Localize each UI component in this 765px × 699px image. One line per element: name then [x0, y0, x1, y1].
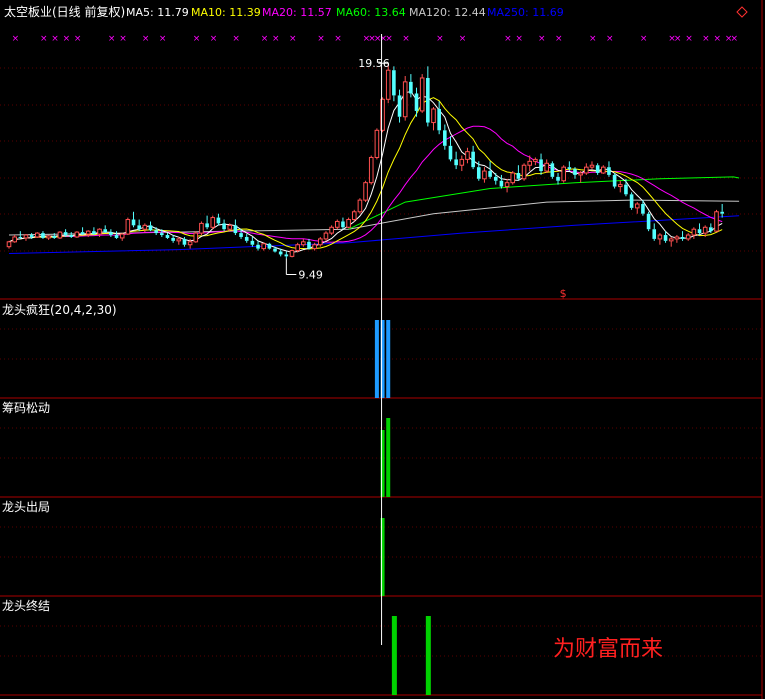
top-marker: × [193, 34, 201, 44]
candle [35, 232, 40, 238]
dollar-marker: $ [560, 287, 567, 300]
candle [521, 163, 527, 181]
top-marker: × [515, 34, 523, 44]
top-marker: × [272, 34, 280, 44]
candle [323, 231, 329, 241]
ma-label-1: MA10: 11.39 [191, 6, 261, 19]
candle [561, 165, 566, 183]
top-marker: × [606, 34, 614, 44]
panel-longtou-fengkuang: 龙头疯狂(20,4,2,30) [2, 302, 117, 317]
top-marker: × [436, 34, 444, 44]
candle [289, 249, 295, 258]
top-marker: × [289, 34, 297, 44]
panel-longtou-zhongjie: 龙头终结 [2, 598, 50, 613]
top-marker: × [402, 34, 410, 44]
candle [57, 231, 63, 239]
top-marker: × [685, 34, 693, 44]
candle [346, 217, 351, 229]
top-marker: × [589, 34, 597, 44]
candle [318, 236, 323, 247]
top-marker: × [640, 34, 648, 44]
ma-label-5: MA250: 11.69 [487, 6, 564, 19]
candle [74, 231, 80, 238]
signal-longtou-zhongjie [391, 616, 397, 695]
stock-title: 太空板业(日线 前复权) [4, 4, 125, 19]
top-marker: × [714, 34, 722, 44]
candle [629, 192, 634, 210]
panel-title-4: 龙头终结 [2, 598, 50, 613]
candle [510, 171, 516, 185]
top-marker: × [459, 34, 467, 44]
panel-chouma-songdong: 筹码松动 [2, 401, 50, 415]
top-marker: × [51, 34, 59, 44]
candle [334, 219, 340, 230]
top-marker: × [210, 34, 218, 44]
top-marker: × [40, 34, 48, 44]
top-marker: × [108, 34, 116, 44]
ma-labels: MA5: 11.79 MA10: 11.39 MA20: 11.57 MA60: 13… [126, 6, 564, 19]
top-marker: × [317, 34, 325, 44]
candle [402, 76, 408, 121]
top-marker: × [74, 34, 82, 44]
candle [329, 225, 334, 236]
stock-chart[interactable]: 太空板业(日线 前复权) MA5: 11.79 MA10: 11.39 MA20: … [0, 0, 765, 699]
top-marker: × [674, 34, 682, 44]
candle [125, 217, 131, 236]
ma-label-2: MA20: 11.57 [262, 6, 332, 19]
ma-label-3: MA60: 13.64 [336, 6, 406, 19]
candle [374, 128, 380, 160]
candle [357, 198, 363, 214]
candle [363, 180, 368, 203]
top-marker: × [702, 34, 710, 44]
candle [295, 242, 300, 253]
top-marker: × [12, 34, 20, 44]
candle [550, 161, 555, 179]
candle [193, 231, 199, 243]
top-marker: × [261, 34, 269, 44]
top-marker: × [385, 34, 393, 44]
panel-longtou-chuju: 龙头出局 [2, 500, 50, 514]
top-marker: × [63, 34, 71, 44]
candle [267, 242, 272, 250]
signal-longtou-zhongjie [425, 616, 431, 695]
signal-longtou-fengkuang [374, 320, 379, 398]
top-marker: × [232, 34, 240, 44]
panel-title-1: 龙头疯狂(20,4,2,30) [2, 302, 117, 317]
candle [368, 155, 374, 185]
candle [210, 215, 216, 230]
low-price-label: 9.49 [298, 268, 323, 281]
top-marker: × [119, 34, 127, 44]
top-marker: × [159, 34, 167, 44]
signal-longtou-fengkuang [386, 320, 391, 398]
ma-label-4: MA120: 12.44 [409, 6, 486, 19]
ma-label-0: MA5: 11.79 [126, 6, 189, 19]
high-price-label: 19.56 [358, 57, 390, 70]
candle [646, 211, 651, 232]
candle [714, 209, 719, 233]
candle [351, 209, 357, 222]
top-marker: × [538, 34, 546, 44]
signal-chouma-songdong [386, 418, 391, 497]
watermark-text: 为财富而来 [553, 637, 663, 662]
panel-title-2: 筹码松动 [2, 401, 50, 415]
candle [612, 172, 617, 189]
candle [199, 221, 204, 236]
panel-title-3: 龙头出局 [2, 500, 50, 514]
top-marker: × [730, 34, 738, 44]
top-marker: × [555, 34, 563, 44]
top-marker: × [504, 34, 512, 44]
top-marker: × [334, 34, 342, 44]
top-marker: × [142, 34, 150, 44]
candle [419, 74, 425, 113]
